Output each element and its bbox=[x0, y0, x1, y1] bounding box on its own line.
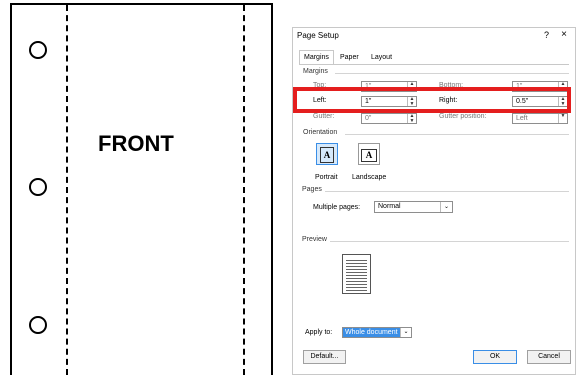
portrait-button[interactable]: A bbox=[316, 143, 338, 165]
front-label: FRONT bbox=[98, 131, 174, 156]
left-margin-guide bbox=[66, 5, 68, 375]
tab-paper[interactable]: Paper bbox=[336, 51, 363, 65]
spinner-icon[interactable]: ▲ ▼ bbox=[407, 114, 416, 123]
dialog-title: Page Setup bbox=[297, 31, 339, 40]
chevron-down-icon[interactable]: ⌄ bbox=[440, 202, 452, 212]
default-button[interactable]: Default... bbox=[303, 350, 346, 364]
chevron-down-icon[interactable]: ▼ bbox=[558, 114, 567, 123]
gutter-position-value: Left bbox=[516, 115, 528, 122]
landscape-button[interactable]: A bbox=[358, 143, 380, 165]
landscape-label: Landscape bbox=[352, 174, 387, 181]
help-button[interactable]: ? bbox=[544, 30, 549, 40]
section-divider bbox=[345, 134, 569, 135]
highlight-box bbox=[293, 87, 571, 113]
tab-divider bbox=[299, 64, 569, 65]
gutter-input[interactable]: 0" ▲ ▼ bbox=[361, 113, 417, 124]
landscape-icon: A bbox=[361, 149, 377, 162]
section-divider bbox=[335, 73, 569, 74]
multiple-pages-label: Multiple pages: bbox=[313, 204, 361, 211]
apply-to-label: Apply to: bbox=[305, 329, 333, 336]
punch-hole bbox=[29, 316, 47, 334]
apply-to-value: Whole document bbox=[343, 328, 400, 337]
punch-hole bbox=[29, 178, 47, 196]
multiple-pages-select[interactable]: Normal ⌄ bbox=[374, 201, 453, 213]
gutter-position-select[interactable]: Left ▼ bbox=[512, 113, 568, 124]
chevron-down-icon[interactable]: ⌄ bbox=[400, 328, 411, 337]
orientation-section-label: Orientation bbox=[303, 129, 338, 136]
page-illustration: FRONT bbox=[10, 3, 273, 375]
apply-to-select[interactable]: Whole document ⌄ bbox=[342, 327, 412, 338]
gutter-value: 0" bbox=[365, 115, 372, 122]
preview-section-label: Preview bbox=[302, 236, 327, 243]
close-button[interactable]: × bbox=[561, 29, 567, 40]
page-preview bbox=[342, 254, 371, 294]
section-divider bbox=[330, 241, 569, 242]
portrait-label: Portrait bbox=[315, 174, 338, 181]
section-divider bbox=[325, 191, 569, 192]
gutter-position-label: Gutter position: bbox=[439, 113, 487, 120]
gutter-label: Gutter: bbox=[313, 113, 335, 120]
tab-margins[interactable]: Margins bbox=[299, 50, 334, 64]
multiple-pages-value: Normal bbox=[378, 203, 401, 210]
right-margin-guide bbox=[243, 5, 245, 375]
tab-layout[interactable]: Layout bbox=[367, 51, 397, 65]
margins-section-label: Margins bbox=[303, 68, 328, 75]
portrait-icon: A bbox=[320, 147, 334, 163]
cancel-button[interactable]: Cancel bbox=[527, 350, 571, 364]
punch-hole bbox=[29, 41, 47, 59]
pages-section-label: Pages bbox=[302, 186, 322, 193]
ok-button[interactable]: OK bbox=[473, 350, 517, 364]
